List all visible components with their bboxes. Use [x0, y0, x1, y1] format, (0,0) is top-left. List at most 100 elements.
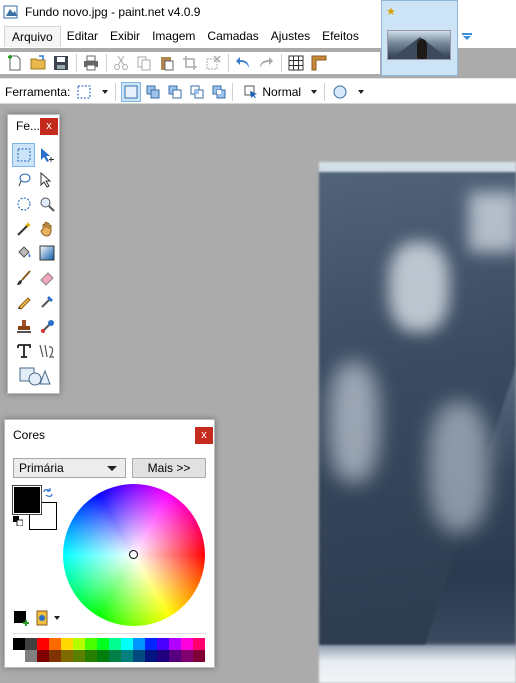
paste-icon[interactable] — [158, 54, 176, 72]
palette-swatch[interactable] — [145, 638, 157, 650]
zoom-icon[interactable] — [35, 192, 58, 216]
color-channel-dropdown[interactable]: Primária — [13, 458, 126, 478]
selection-replace-button[interactable] — [121, 81, 142, 102]
magic-wand-icon[interactable] — [12, 217, 35, 241]
color-picker-icon[interactable] — [35, 290, 58, 314]
more-button[interactable]: Mais >> — [132, 458, 206, 478]
menu-arquivo[interactable]: Arquivo — [4, 25, 61, 47]
palette-swatch[interactable] — [157, 650, 169, 662]
text-icon[interactable] — [12, 339, 35, 363]
rectangle-select-icon[interactable] — [12, 143, 35, 167]
selection-union-button[interactable] — [143, 82, 163, 102]
move-selected-icon[interactable] — [35, 143, 58, 167]
selection-invert-button[interactable] — [209, 82, 229, 102]
blend-mode-dropdown[interactable]: Normal — [244, 85, 323, 99]
primary-color-swatch[interactable] — [12, 485, 42, 515]
palette-swatch[interactable] — [133, 650, 145, 662]
palette-swatch[interactable] — [85, 650, 97, 662]
cut-icon[interactable] — [112, 54, 130, 72]
close-icon[interactable]: x — [40, 118, 58, 135]
menu-imagem[interactable]: Imagem — [146, 26, 201, 46]
move-selection-icon[interactable] — [35, 168, 58, 192]
recolor-icon[interactable] — [35, 315, 58, 339]
save-icon[interactable] — [52, 54, 70, 72]
menu-editar[interactable]: Editar — [61, 26, 104, 46]
paintbrush-icon[interactable] — [12, 266, 35, 290]
paint-bucket-icon[interactable] — [12, 241, 35, 265]
image-tab-thumbnail[interactable]: ★ — [381, 0, 458, 76]
main-toolbar — [0, 52, 380, 74]
tool-dropdown-icon[interactable] — [102, 89, 109, 94]
menu-camadas[interactable]: Camadas — [201, 26, 264, 46]
palette-swatch[interactable] — [193, 650, 205, 662]
tools-window: Fe... x — [7, 114, 60, 394]
color-wheel-cursor[interactable] — [129, 550, 138, 559]
palette-swatch[interactable] — [85, 638, 97, 650]
palette-swatch[interactable] — [73, 638, 85, 650]
antialias-dropdown-icon[interactable] — [358, 89, 365, 94]
ellipse-select-icon[interactable] — [12, 192, 35, 216]
undo-icon[interactable] — [234, 54, 252, 72]
palette-swatch[interactable] — [37, 650, 49, 662]
crop-icon[interactable] — [181, 54, 199, 72]
print-icon[interactable] — [82, 54, 100, 72]
palette-swatch[interactable] — [61, 650, 73, 662]
palette-swatch[interactable] — [49, 638, 61, 650]
menu-exibir[interactable]: Exibir — [104, 26, 146, 46]
selection-intersect-button[interactable] — [187, 82, 207, 102]
deselect-icon[interactable] — [204, 54, 222, 72]
palette-swatch[interactable] — [25, 650, 37, 662]
palette-swatch[interactable] — [37, 638, 49, 650]
menu-ajustes[interactable]: Ajustes — [265, 26, 316, 46]
canvas-image[interactable] — [319, 162, 516, 683]
palette-swatch[interactable] — [121, 638, 133, 650]
palette-swatch[interactable] — [109, 650, 121, 662]
eraser-icon[interactable] — [35, 266, 58, 290]
line-curve-icon[interactable] — [35, 339, 58, 363]
chevron-down-icon — [54, 616, 60, 620]
palette-swatch[interactable] — [133, 638, 145, 650]
chevron-down-icon — [107, 466, 117, 471]
clone-stamp-icon[interactable] — [12, 315, 35, 339]
tabs-dropdown-icon[interactable] — [462, 33, 472, 41]
copy-icon[interactable] — [135, 54, 153, 72]
palette-swatch[interactable] — [181, 650, 193, 662]
open-icon[interactable] — [29, 54, 47, 72]
grid-icon[interactable] — [287, 54, 305, 72]
palette-swatch[interactable] — [49, 650, 61, 662]
current-tool-icon[interactable] — [74, 82, 94, 102]
palette-swatch[interactable] — [181, 638, 193, 650]
gradient-icon[interactable] — [35, 241, 58, 265]
add-to-palette-icon[interactable] — [13, 610, 29, 626]
palette-swatch[interactable] — [97, 650, 109, 662]
shapes-icon[interactable] — [12, 364, 58, 388]
palette-swatch[interactable] — [25, 638, 37, 650]
palette-swatch[interactable] — [13, 638, 25, 650]
palette-swatch[interactable] — [109, 638, 121, 650]
antialias-icon[interactable] — [330, 82, 350, 102]
palette-menu-button[interactable] — [36, 610, 66, 626]
palette-swatch[interactable] — [61, 638, 73, 650]
palette-swatch[interactable] — [73, 650, 85, 662]
ruler-icon[interactable] — [310, 54, 328, 72]
palette-swatch[interactable] — [157, 638, 169, 650]
palette-swatch[interactable] — [169, 638, 181, 650]
selection-exclude-button[interactable] — [165, 82, 185, 102]
palette-icon — [36, 610, 48, 626]
palette-swatch[interactable] — [145, 650, 157, 662]
palette-swatch[interactable] — [193, 638, 205, 650]
reset-colors-icon[interactable] — [13, 516, 23, 526]
new-icon[interactable] — [6, 54, 24, 72]
close-icon[interactable]: x — [195, 427, 213, 444]
swap-colors-icon[interactable] — [43, 488, 53, 498]
palette-swatch[interactable] — [13, 650, 25, 662]
redo-icon[interactable] — [257, 54, 275, 72]
lasso-select-icon[interactable] — [12, 168, 35, 192]
pan-icon[interactable] — [35, 217, 58, 241]
palette-swatch[interactable] — [169, 650, 181, 662]
palette-swatch[interactable] — [97, 638, 109, 650]
pencil-icon[interactable] — [12, 290, 35, 314]
menu-efeitos[interactable]: Efeitos — [316, 26, 365, 46]
palette-divider — [13, 633, 206, 634]
palette-swatch[interactable] — [121, 650, 133, 662]
